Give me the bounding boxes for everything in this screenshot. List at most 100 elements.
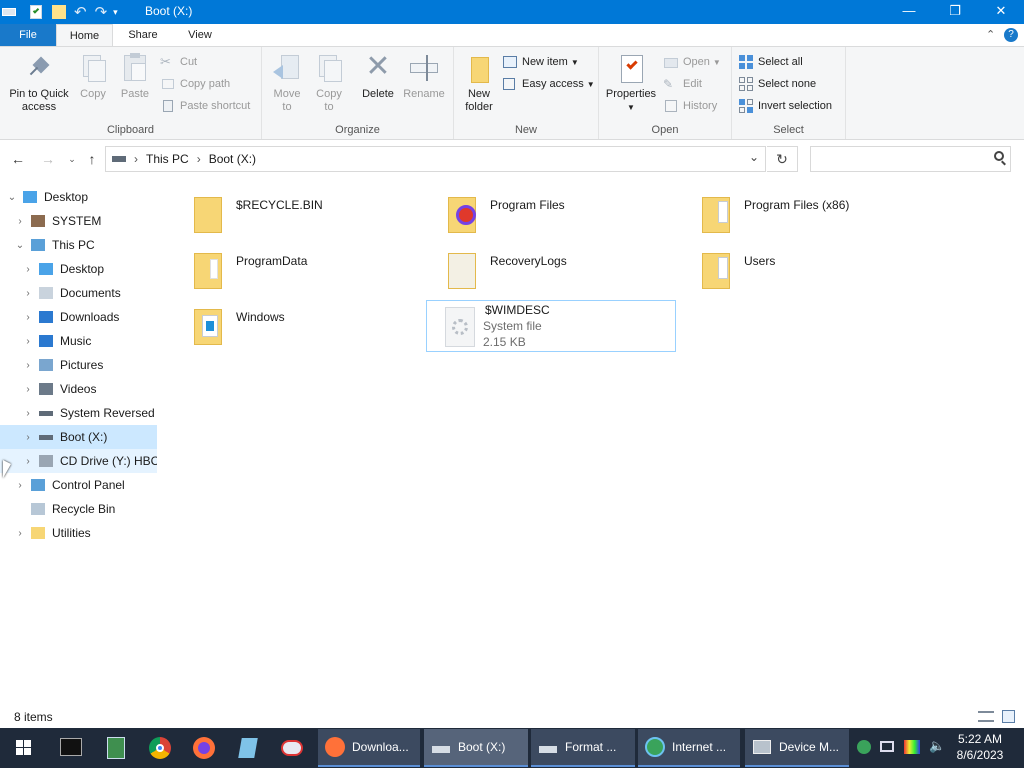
address-dropdown-icon[interactable]: ⌄ [749, 150, 759, 164]
folder-item[interactable]: Program Files (x86) [686, 187, 936, 239]
firefox-icon[interactable] [184, 732, 224, 764]
tree-item[interactable]: › Documents [0, 281, 157, 305]
color-app-icon[interactable] [904, 740, 920, 754]
up-arrow-icon[interactable]: ↑ [82, 149, 102, 169]
delete-button[interactable]: ✕ Delete [360, 51, 396, 101]
tray-network-app-icon[interactable] [857, 740, 871, 754]
close-button[interactable]: ✕ [978, 0, 1024, 24]
search-input[interactable] [815, 150, 985, 168]
task-device-manager[interactable]: Device M... [745, 729, 849, 767]
command-prompt-icon[interactable] [51, 732, 91, 764]
chevron-right-icon[interactable]: › [22, 432, 34, 443]
chevron-right-icon[interactable]: › [14, 480, 26, 491]
tree-item[interactable]: › CD Drive (Y:) HBC [0, 449, 157, 473]
folder-item[interactable]: Users [686, 243, 936, 295]
paste-shortcut-button[interactable]: Paste shortcut [160, 96, 250, 116]
paint-app-icon[interactable] [272, 732, 312, 764]
tab-file[interactable]: File [0, 24, 56, 46]
chevron-right-icon[interactable]: › [22, 288, 34, 299]
address-bar[interactable]: › This PC › Boot (X:) ⌄ [105, 146, 766, 172]
details-view-icon[interactable] [978, 711, 994, 722]
history-button[interactable]: History [663, 96, 717, 116]
tree-item[interactable]: › Videos [0, 377, 157, 401]
chevron-right-icon[interactable]: › [22, 264, 34, 275]
pin-to-quick-access-button[interactable]: Pin to Quick access [4, 51, 74, 114]
folder-item[interactable]: Program Files [432, 187, 682, 239]
tree-item[interactable]: › Pictures [0, 353, 157, 377]
task-downloads[interactable]: Downloa... [318, 729, 420, 767]
easy-access-button[interactable]: Easy access ▼ [502, 74, 595, 94]
paste-button[interactable]: Paste [116, 51, 154, 101]
new-item-button[interactable]: New item ▼ [502, 52, 579, 72]
open-button[interactable]: Open ▼ [663, 52, 721, 72]
edit-button[interactable]: ✎ Edit [663, 74, 702, 94]
chevron-right-icon[interactable]: › [22, 360, 34, 371]
clock[interactable]: 5:22 AM 8/6/2023 [952, 731, 1008, 763]
new-folder-button[interactable]: New folder [460, 51, 498, 114]
folder-item[interactable]: $RECYCLE.BIN [178, 187, 428, 239]
cut-button[interactable]: ✂ Cut [160, 52, 197, 72]
tree-item[interactable]: › Downloads [0, 305, 157, 329]
recent-locations-icon[interactable]: ⌄ [62, 149, 82, 169]
tree-item[interactable]: ⌄ Desktop [0, 185, 157, 209]
chevron-right-icon[interactable]: › [22, 384, 34, 395]
undo-icon[interactable]: ↶ [74, 3, 87, 21]
rename-button[interactable]: Rename [402, 51, 446, 101]
notes-app-icon[interactable] [228, 732, 268, 764]
customize-qa-icon[interactable]: ▾ [113, 7, 118, 18]
tree-item[interactable]: › Boot (X:) [0, 425, 157, 449]
chrome-icon[interactable] [140, 732, 180, 764]
start-button[interactable] [4, 732, 44, 764]
search-box[interactable] [810, 146, 1011, 172]
redo-icon[interactable]: ↷ [95, 3, 108, 21]
minimize-ribbon-icon[interactable]: ⌃ [986, 28, 995, 41]
breadcrumb-this-pc[interactable]: This PC [146, 152, 189, 166]
refresh-button[interactable]: ↻ [767, 146, 798, 172]
chevron-right-icon[interactable]: › [22, 336, 34, 347]
chevron-down-icon[interactable]: ⌄ [6, 192, 18, 203]
select-none-button[interactable]: Select none [738, 74, 816, 94]
tree-item[interactable]: › Control Panel [0, 473, 157, 497]
copy-to-button[interactable]: Copy to [312, 51, 346, 114]
chevron-right-icon[interactable]: › [14, 528, 26, 539]
tree-item[interactable]: ⌄ This PC [0, 233, 157, 257]
invert-selection-button[interactable]: Invert selection [738, 96, 832, 116]
tab-home[interactable]: Home [56, 24, 113, 46]
maximize-button[interactable]: ❐ [932, 0, 978, 24]
chevron-right-icon[interactable]: › [22, 312, 34, 323]
select-all-button[interactable]: Select all [738, 52, 803, 72]
copy-path-button[interactable]: Copy path [160, 74, 230, 94]
chevron-right-icon[interactable]: › [22, 456, 34, 467]
minimize-button[interactable]: — [886, 0, 932, 24]
copy-button[interactable]: Copy [76, 51, 110, 101]
tree-item[interactable]: › Utilities [0, 521, 157, 545]
disk-tool-icon[interactable] [96, 732, 136, 764]
chevron-down-icon[interactable]: ⌄ [14, 240, 26, 251]
back-arrow-icon[interactable]: ← [8, 149, 28, 169]
volume-muted-icon[interactable]: 🔈 [929, 738, 945, 754]
properties-qa-icon[interactable] [30, 5, 42, 19]
tree-item[interactable]: › SYSTEM [0, 209, 157, 233]
new-folder-qa-icon[interactable] [52, 5, 66, 19]
task-boot[interactable]: Boot (X:) [424, 729, 528, 767]
chevron-right-icon[interactable]: › [22, 408, 34, 419]
folder-item[interactable]: RecoveryLogs [432, 243, 682, 295]
tree-item[interactable]: Recycle Bin [0, 497, 157, 521]
properties-button[interactable]: Properties ▼ [603, 51, 659, 114]
tree-item[interactable]: › System Reversed ( [0, 401, 157, 425]
large-icons-view-icon[interactable] [1002, 710, 1015, 723]
folder-item[interactable]: Windows [178, 299, 428, 351]
folder-item[interactable]: ProgramData [178, 243, 428, 295]
task-internet[interactable]: Internet ... [638, 729, 740, 767]
file-item[interactable]: $WIMDESC System file 2.15 KB [426, 300, 676, 352]
tree-item[interactable]: › Music [0, 329, 157, 353]
tab-share[interactable]: Share [118, 24, 168, 46]
forward-arrow-icon[interactable]: → [38, 149, 58, 169]
tab-view[interactable]: View [176, 24, 224, 46]
move-to-button[interactable]: Move to [270, 51, 304, 114]
chevron-right-icon[interactable]: › [14, 216, 26, 227]
task-format[interactable]: Format ... [531, 729, 635, 767]
help-icon[interactable]: ? [1004, 28, 1018, 42]
network-icon[interactable] [880, 741, 894, 752]
breadcrumb-boot[interactable]: Boot (X:) [209, 152, 256, 166]
